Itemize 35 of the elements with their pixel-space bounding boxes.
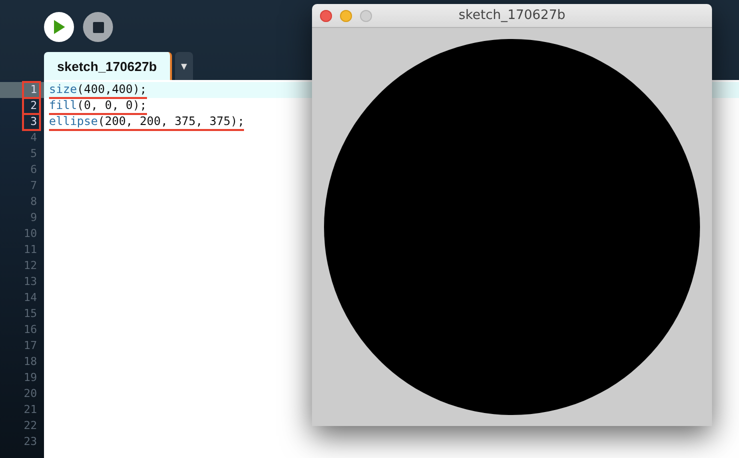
- line-number: 4: [29, 130, 38, 146]
- line-number: 17: [23, 338, 38, 354]
- line-number: 6: [29, 162, 38, 178]
- line-number: 8: [29, 194, 38, 210]
- run-button[interactable]: [44, 12, 74, 42]
- line-number: 14: [23, 290, 38, 306]
- tab-menu-button[interactable]: ▾: [175, 52, 193, 80]
- line-number: 22: [23, 418, 38, 434]
- line-number: 5: [29, 146, 38, 162]
- code-line: ellipse(200, 200, 375, 375);: [49, 114, 244, 130]
- sketch-tab[interactable]: sketch_170627b: [44, 52, 172, 80]
- minimize-button[interactable]: [340, 10, 352, 22]
- stop-button[interactable]: [83, 12, 113, 42]
- line-number: 18: [23, 354, 38, 370]
- line-number: 13: [23, 274, 38, 290]
- line-number: 23: [23, 434, 38, 450]
- stop-icon: [92, 22, 104, 32]
- play-icon: [53, 20, 65, 34]
- code-line: size(400,400);: [49, 82, 147, 98]
- line-number: 15: [23, 306, 38, 322]
- line-number: 21: [23, 402, 38, 418]
- line-number: 16: [23, 322, 38, 338]
- code-line: fill(0, 0, 0);: [49, 98, 147, 114]
- line-number: 7: [29, 178, 38, 194]
- line-number: 20: [23, 386, 38, 402]
- line-number: 10: [23, 226, 38, 242]
- line-number: 3: [23, 114, 40, 130]
- line-number: 2: [23, 98, 40, 114]
- window-title: sketch_170627b: [458, 8, 566, 23]
- line-number: 11: [23, 242, 38, 258]
- line-number: 9: [29, 210, 38, 226]
- line-number: 12: [23, 258, 38, 274]
- line-number: 19: [23, 370, 38, 386]
- close-button[interactable]: [320, 10, 332, 22]
- line-number: 1: [23, 82, 40, 98]
